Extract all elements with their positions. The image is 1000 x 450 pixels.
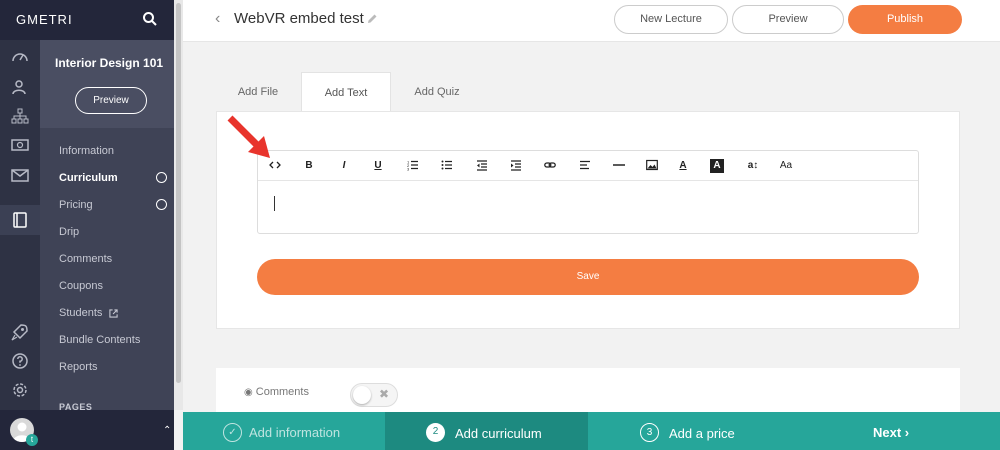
mail-icon[interactable]: [11, 166, 29, 184]
text-editor[interactable]: B I U 123 A A a↕ Aa: [257, 150, 919, 234]
editor-toolbar: B I U 123 A A a↕ Aa: [258, 151, 918, 181]
step-label: Add a price: [669, 426, 735, 441]
italic-button[interactable]: I: [337, 159, 351, 173]
course-sidebar: Interior Design 101 Preview Information …: [40, 40, 174, 412]
step-label: Add information: [249, 425, 341, 440]
step-add-curriculum[interactable]: 2 Add curriculum: [385, 412, 588, 450]
font-size-button[interactable]: a↕: [744, 159, 762, 173]
avatar-badge: t: [26, 434, 38, 446]
step-add-a-price[interactable]: 3 Add a price: [588, 412, 800, 450]
text-cursor: [274, 196, 275, 211]
tab-add-file[interactable]: Add File: [216, 72, 300, 112]
nav-item-students-label: Students: [59, 307, 103, 319]
font-family-button[interactable]: Aa: [778, 159, 794, 173]
comments-toggle[interactable]: ✖: [350, 383, 398, 407]
dashboard-icon[interactable]: [11, 48, 29, 66]
back-chevron-icon[interactable]: ‹: [215, 10, 220, 28]
course-title: Interior Design 101: [55, 56, 164, 70]
image-icon[interactable]: [645, 159, 659, 173]
underline-button[interactable]: U: [371, 159, 385, 173]
new-lecture-button[interactable]: New Lecture: [614, 5, 728, 34]
ordered-list-icon[interactable]: 123: [406, 159, 420, 173]
next-button[interactable]: Next ›: [800, 412, 1000, 450]
nav-item-coupons[interactable]: Coupons: [59, 280, 103, 292]
comments-toggle-label: ◉ Comments: [244, 386, 309, 398]
publish-button[interactable]: Publish: [848, 5, 962, 34]
link-icon[interactable]: [543, 159, 557, 173]
nav-item-pricing[interactable]: Pricing: [59, 199, 93, 211]
next-label: Next ›: [873, 425, 910, 440]
toggle-knob: [353, 386, 371, 404]
outdent-icon[interactable]: [475, 159, 489, 173]
horizontal-rule-icon[interactable]: [612, 159, 626, 173]
step-label: Add curriculum: [455, 426, 542, 441]
sidebar-scrollbar-thumb[interactable]: [176, 3, 181, 383]
nav-item-bundle-contents[interactable]: Bundle Contents: [59, 334, 140, 346]
chevron-up-icon[interactable]: ⌃: [163, 425, 171, 436]
background-color-button[interactable]: A: [710, 159, 724, 173]
gear-icon[interactable]: [11, 381, 29, 399]
course-header: Interior Design 101 Preview: [40, 40, 174, 128]
step-number: 2: [426, 423, 445, 442]
step-add-information[interactable]: ✓ Add information: [183, 412, 385, 450]
edit-pencil-icon[interactable]: [366, 12, 378, 24]
close-icon: ✖: [379, 387, 390, 401]
comment-icon: ◉: [244, 387, 253, 398]
svg-text:3: 3: [407, 167, 410, 172]
text-color-button[interactable]: A: [676, 159, 690, 173]
money-icon[interactable]: [11, 136, 29, 154]
brand-bar: GMETRI: [0, 0, 174, 40]
nav-item-reports[interactable]: Reports: [59, 361, 98, 373]
brand-name: GMETRI: [16, 12, 73, 27]
pricing-status-icon: [156, 199, 167, 210]
step-number: 3: [640, 423, 659, 442]
curriculum-status-icon: [156, 172, 167, 183]
indent-icon[interactable]: [509, 159, 523, 173]
rocket-icon[interactable]: [11, 323, 29, 341]
sitemap-icon[interactable]: [11, 107, 29, 125]
save-button[interactable]: Save: [257, 259, 919, 295]
tab-add-text[interactable]: Add Text: [301, 72, 391, 112]
bold-button[interactable]: B: [302, 159, 316, 173]
user-bar: t: [0, 410, 174, 450]
red-arrow-annotation: [227, 115, 270, 158]
bullet-list-icon[interactable]: [440, 159, 454, 173]
search-icon[interactable]: [142, 11, 158, 27]
book-icon[interactable]: [11, 211, 29, 229]
preview-button[interactable]: Preview: [732, 5, 844, 34]
comments-label-text: Comments: [255, 386, 309, 398]
nav-item-comments[interactable]: Comments: [59, 253, 112, 265]
pages-section-label: PAGES: [59, 402, 93, 412]
users-icon[interactable]: [11, 78, 29, 96]
tab-add-quiz[interactable]: Add Quiz: [395, 72, 479, 112]
comments-card: [216, 368, 960, 418]
help-icon[interactable]: [11, 352, 29, 370]
nav-item-curriculum[interactable]: Curriculum: [59, 172, 118, 184]
external-link-icon: [109, 308, 119, 318]
nav-item-information[interactable]: Information: [59, 145, 114, 157]
lecture-title[interactable]: WebVR embed test: [234, 10, 364, 27]
align-left-icon[interactable]: [578, 159, 592, 173]
check-icon: ✓: [223, 423, 242, 442]
course-preview-button[interactable]: Preview: [75, 87, 147, 114]
nav-item-drip[interactable]: Drip: [59, 226, 79, 238]
nav-item-students[interactable]: Students: [59, 307, 119, 319]
